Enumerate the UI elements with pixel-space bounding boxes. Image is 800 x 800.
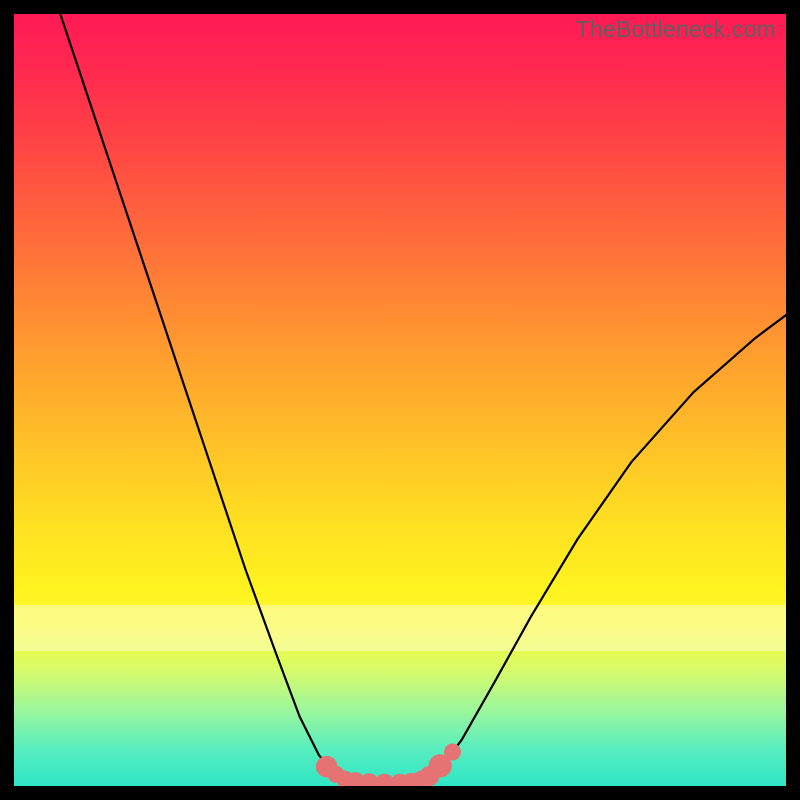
watermark-text: TheBottleneck.com xyxy=(576,16,776,43)
highlight-dot xyxy=(444,744,461,761)
chart-svg xyxy=(14,14,786,786)
plot-area: TheBottleneck.com xyxy=(14,14,786,786)
outer-frame: TheBottleneck.com xyxy=(0,0,800,800)
bottleneck-curve xyxy=(60,14,786,784)
